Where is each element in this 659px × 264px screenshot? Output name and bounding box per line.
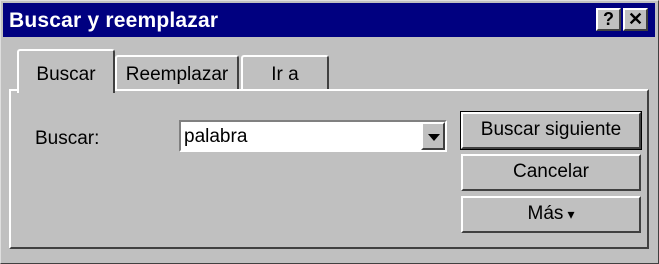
chevron-down-icon [428,134,440,141]
title-bar[interactable]: Buscar y reemplazar ? ✕ [3,3,655,37]
find-combobox[interactable]: palabra [179,120,447,152]
more-label: Más [527,203,564,224]
cancel-button[interactable]: Cancelar [461,154,641,191]
find-replace-dialog: Buscar y reemplazar ? ✕ Buscar Reemplaza… [0,0,659,264]
tab-buscar[interactable]: Buscar [17,49,115,93]
help-button[interactable]: ? [596,8,621,31]
dropdown-button[interactable] [421,122,445,150]
close-button[interactable]: ✕ [623,8,648,31]
find-label: Buscar: [35,128,100,149]
tab-ir-a[interactable]: Ir a [241,55,329,89]
tab-reemplazar[interactable]: Reemplazar [115,55,239,89]
find-next-button[interactable]: Buscar siguiente [460,111,642,150]
find-input[interactable]: palabra [184,126,247,148]
window-title: Buscar y reemplazar [9,9,219,32]
double-chevron-down-icon: ▾ [567,206,575,222]
more-button[interactable]: Más ▾ [461,196,641,233]
